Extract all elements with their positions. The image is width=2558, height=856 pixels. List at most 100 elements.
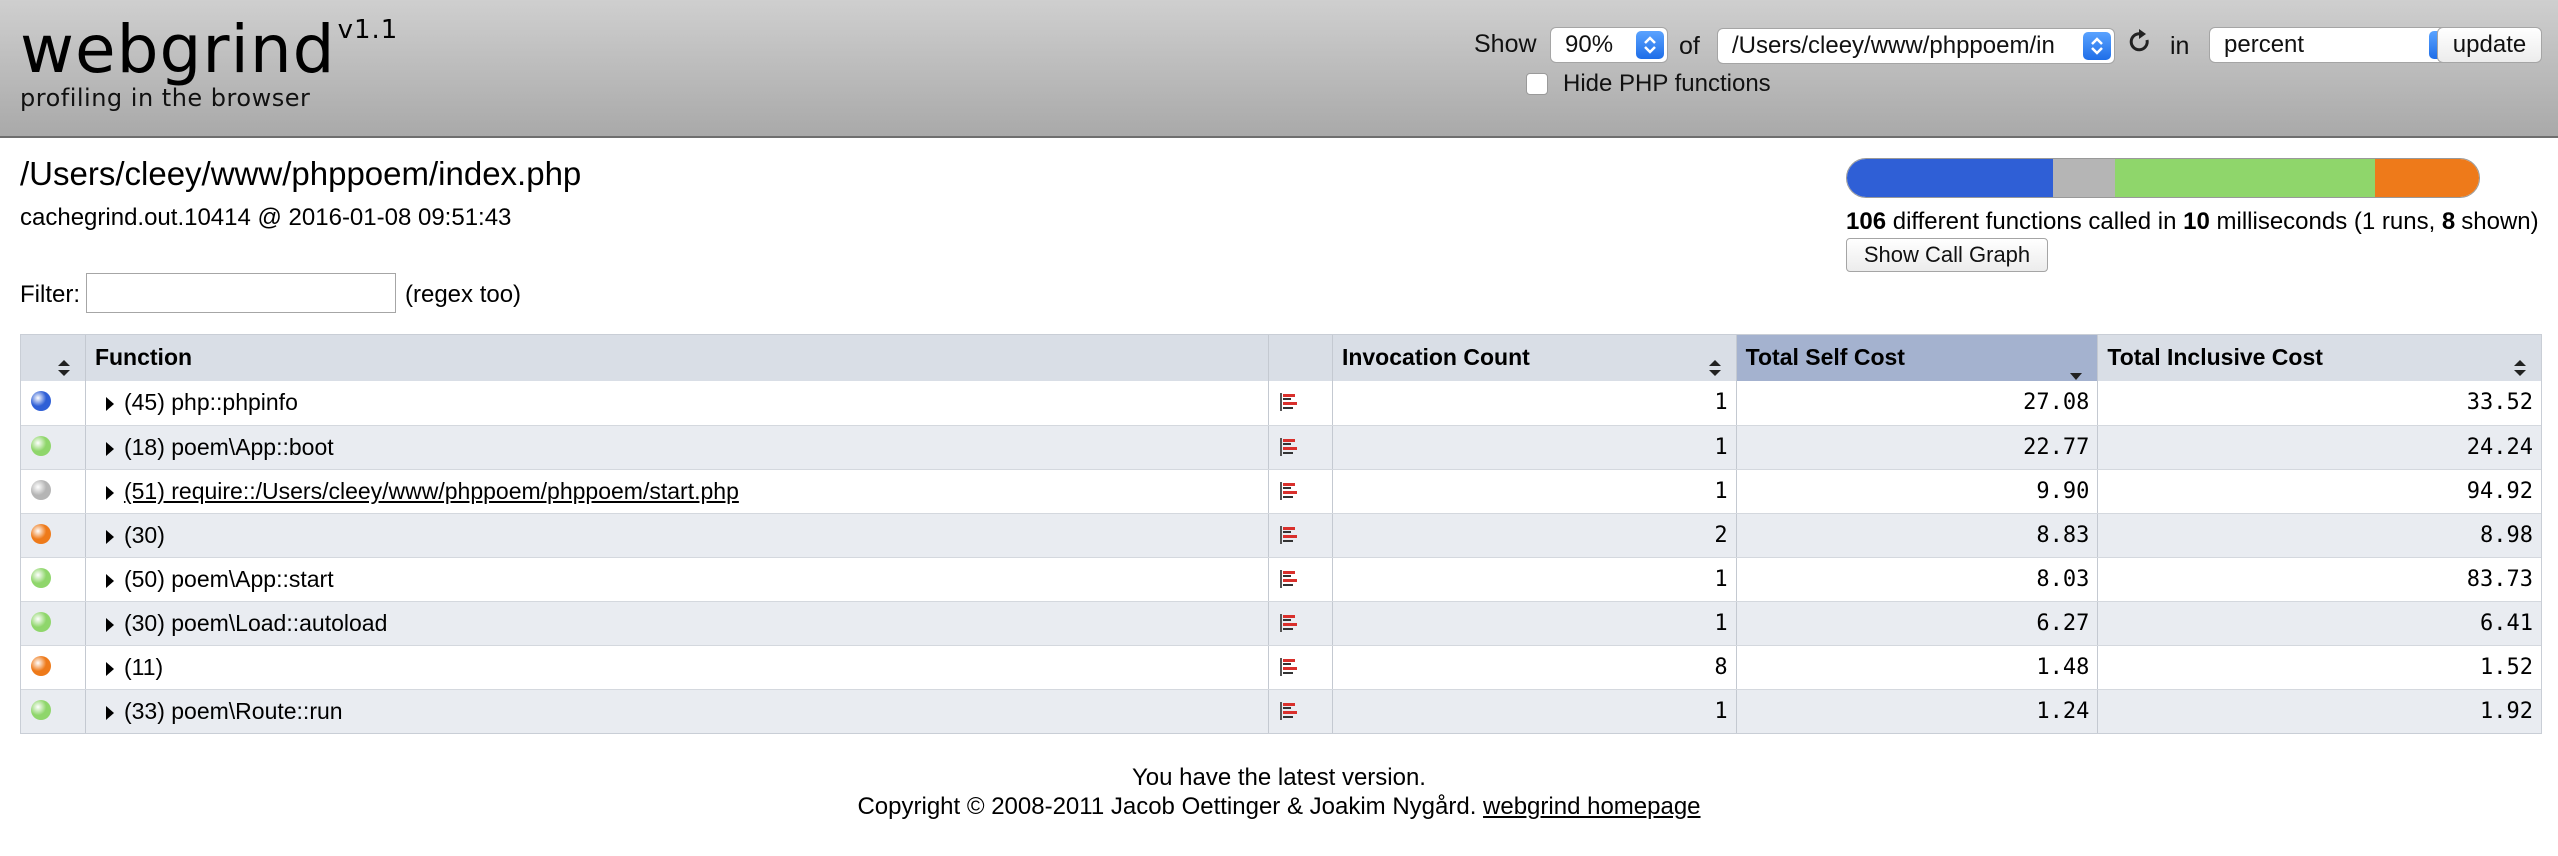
expand-triangle-icon[interactable] (105, 442, 114, 456)
function-name[interactable]: (51) require::/Users/cleey/www/phppoem/p… (96, 478, 739, 504)
function-cell[interactable]: (30) (84, 514, 1268, 557)
header-dot-column[interactable] (21, 335, 85, 381)
copyright-text: Copyright © 2008-2011 Jacob Oettinger & … (857, 793, 1477, 820)
call-graph-icon[interactable] (1279, 656, 1299, 683)
call-graph-icon[interactable] (1279, 568, 1299, 595)
table-row[interactable]: (11) 8 1.48 1.52 (21, 645, 2541, 689)
logo-version: v1.1 (337, 15, 399, 45)
graph-cell[interactable] (1268, 690, 1332, 733)
call-graph-icon[interactable] (1279, 436, 1299, 463)
function-cell[interactable]: (18) poem\App::boot (84, 426, 1268, 469)
function-cell[interactable]: (45) php::phpinfo (84, 381, 1268, 425)
graph-cell[interactable] (1268, 602, 1332, 645)
expand-triangle-icon[interactable] (105, 706, 114, 720)
graph-cell[interactable] (1268, 646, 1332, 689)
expand-triangle-icon[interactable] (105, 530, 114, 544)
call-graph-icon[interactable] (1279, 612, 1299, 639)
stats-line: 106 different functions called in 10 mil… (1846, 208, 2539, 236)
function-label: (11) (123, 654, 164, 680)
percent-select[interactable]: 90% (1550, 27, 1668, 63)
inclusive-cost-cell: 1.92 (2097, 690, 2541, 733)
row-dot-cell (21, 646, 85, 689)
call-graph-icon[interactable] (1279, 480, 1299, 507)
expand-triangle-icon[interactable] (105, 618, 114, 632)
table-row[interactable]: (30) 2 8.83 8.98 (21, 513, 2541, 557)
update-button[interactable]: update (2437, 27, 2542, 63)
function-name[interactable]: (45) php::phpinfo (96, 389, 298, 415)
file-select[interactable]: /Users/cleey/www/phppoem/in (1717, 28, 2115, 64)
row-dot-cell (21, 470, 85, 513)
table-row[interactable]: (33) poem\Route::run 1 1.24 1.92 (21, 689, 2541, 733)
inclusive-cost-cell: 33.52 (2097, 381, 2541, 425)
cost-breakdown-bar (1846, 158, 2480, 198)
self-cost-cell: 8.83 (1735, 514, 2098, 557)
call-graph-icon[interactable] (1279, 524, 1299, 551)
of-label: of (1679, 32, 1700, 60)
hide-php-checkbox[interactable] (1526, 73, 1548, 95)
function-cell[interactable]: (33) poem\Route::run (84, 690, 1268, 733)
show-call-graph-button[interactable]: Show Call Graph (1846, 238, 2048, 272)
function-table: Function Invocation Count Total Self Cos… (20, 334, 2542, 734)
function-name[interactable]: (18) poem\App::boot (96, 434, 334, 460)
call-graph-icon[interactable] (1279, 700, 1299, 727)
updown-arrows-icon (1636, 31, 1664, 59)
expand-triangle-icon[interactable] (105, 486, 114, 500)
expand-triangle-icon[interactable] (105, 397, 114, 411)
function-name[interactable]: (11) (96, 654, 163, 680)
cachegrind-info: cachegrind.out.10414 @ 2016-01-08 09:51:… (20, 204, 512, 231)
filter-input[interactable] (86, 273, 396, 313)
function-cell[interactable]: (51) require::/Users/cleey/www/phppoem/p… (84, 470, 1268, 513)
function-name[interactable]: (30) (96, 522, 165, 548)
self-cost-cell: 9.90 (1735, 470, 2098, 513)
header-total-inclusive-cost[interactable]: Total Inclusive Cost (2097, 335, 2541, 381)
function-name[interactable]: (33) poem\Route::run (96, 698, 343, 724)
row-dot-cell (21, 381, 85, 425)
function-type-dot (31, 612, 51, 632)
webgrind-homepage-link[interactable]: webgrind homepage (1483, 793, 1701, 820)
refresh-icon[interactable] (2127, 28, 2153, 61)
self-cost-cell: 27.08 (1735, 381, 2098, 425)
row-dot-cell (21, 558, 85, 601)
graph-cell[interactable] (1268, 558, 1332, 601)
sort-arrows-icon (2513, 348, 2527, 381)
table-row[interactable]: (30) poem\Load::autoload 1 6.27 6.41 (21, 601, 2541, 645)
graph-cell[interactable] (1268, 381, 1332, 425)
function-name[interactable]: (50) poem\App::start (96, 566, 334, 592)
graph-cell[interactable] (1268, 514, 1332, 557)
expand-triangle-icon[interactable] (105, 662, 114, 676)
version-note: You have the latest version. (1132, 764, 1426, 791)
expand-triangle-icon[interactable] (105, 574, 114, 588)
functions-count: 106 (1846, 208, 1887, 235)
table-row[interactable]: (18) poem\App::boot 1 22.77 24.24 (21, 425, 2541, 469)
tagline: profiling in the browser (20, 84, 311, 112)
header-invocation-count[interactable]: Invocation Count (1331, 335, 1736, 381)
header-invocation-label: Invocation Count (1341, 344, 1530, 370)
function-label: (50) poem\App::start (123, 566, 334, 592)
table-row[interactable]: (50) poem\App::start 1 8.03 83.73 (21, 557, 2541, 601)
milliseconds-value: 10 (2183, 208, 2210, 235)
sort-desc-icon (2069, 352, 2083, 381)
self-cost-cell: 1.48 (1735, 646, 2098, 689)
unit-select-value: percent (2224, 31, 2305, 58)
table-row[interactable]: (51) require::/Users/cleey/www/phppoem/p… (21, 469, 2541, 513)
filter-hint: (regex too) (405, 281, 522, 308)
function-cell[interactable]: (11) (84, 646, 1268, 689)
function-cell[interactable]: (30) poem\Load::autoload (84, 602, 1268, 645)
header-total-self-cost[interactable]: Total Self Cost (1735, 335, 2098, 381)
graph-cell[interactable] (1268, 470, 1332, 513)
invocation-count-cell: 1 (1331, 602, 1736, 645)
invocation-count-cell: 1 (1331, 381, 1736, 425)
function-type-dot (31, 700, 51, 720)
header-graph-column (1268, 335, 1332, 381)
unit-select[interactable]: percent (2209, 27, 2461, 63)
call-graph-icon[interactable] (1279, 391, 1299, 418)
graph-cell[interactable] (1268, 426, 1332, 469)
function-cell[interactable]: (50) poem\App::start (84, 558, 1268, 601)
table-row[interactable]: (45) php::phpinfo 1 27.08 33.52 (21, 381, 2541, 425)
sort-arrows-icon (57, 348, 71, 381)
function-name[interactable]: (30) poem\Load::autoload (96, 610, 387, 636)
row-dot-cell (21, 602, 85, 645)
header-function[interactable]: Function (84, 335, 1268, 381)
footer: You have the latest version. Copyright ©… (0, 763, 2558, 821)
inclusive-cost-cell: 8.98 (2097, 514, 2541, 557)
